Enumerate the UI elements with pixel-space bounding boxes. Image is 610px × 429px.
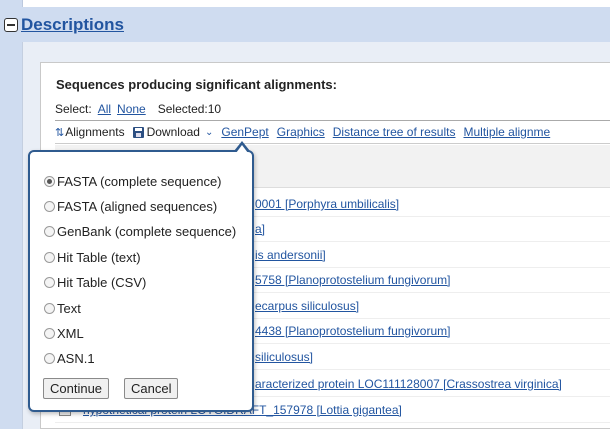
chevron-down-icon: ⌄ [204,126,214,138]
descriptions-header[interactable]: Descriptions [4,14,124,36]
selected-count: Selected:10 [157,102,222,116]
option-label: FASTA (complete sequence) [57,174,222,189]
download-option-text[interactable]: Text [44,301,81,316]
option-label: XML [57,326,84,341]
section-title[interactable]: Descriptions [21,15,124,35]
radio-button[interactable] [44,303,55,314]
download-option-fasta-aligned[interactable]: FASTA (aligned sequences) [44,199,217,214]
download-option-fasta-complete[interactable]: FASTA (complete sequence) [44,174,222,189]
radio-button[interactable] [44,353,55,364]
option-label: GenBank (complete sequence) [57,224,237,239]
row-description-link[interactable]: is andersonii] [255,248,326,262]
popup-pointer-inner [236,145,248,153]
row-description-link[interactable]: siliculosus] [255,350,313,364]
download-option-hit-table-text[interactable]: Hit Table (text) [44,250,141,265]
radio-button[interactable] [44,201,55,212]
alignments-button[interactable]: ⇅ Alignments [55,125,125,139]
download-option-hit-table-csv[interactable]: Hit Table (CSV) [44,275,146,290]
row-description-link[interactable]: aracterized protein LOC111128007 [Crasso… [255,377,562,391]
continue-button[interactable]: Continue [43,378,110,399]
alignments-label: Alignments [65,125,125,139]
graphics-link[interactable]: Graphics [277,125,325,139]
select-row: Select: All None Selected:10 [55,102,221,116]
download-option-genbank[interactable]: GenBank (complete sequence) [44,224,236,239]
option-label: Hit Table (text) [57,250,141,265]
row-description-link[interactable]: ecarpus siliculosus] [255,299,359,313]
option-label: Hit Table (CSV) [57,275,147,290]
radio-button[interactable] [44,252,55,263]
row-description-link[interactable]: 0001 [Porphyra umbilicalis] [255,197,399,211]
save-icon [132,126,144,138]
radio-button[interactable] [44,277,55,288]
distance-tree-link[interactable]: Distance tree of results [333,125,456,139]
genpept-link[interactable]: GenPept [221,125,268,139]
radio-button[interactable] [44,226,55,237]
top-strip [22,0,610,7]
download-label: Download [146,125,200,139]
row-description-link[interactable]: 4438 [Planoprotostelium fungivorum] [255,324,450,338]
option-label: FASTA (aligned sequences) [57,199,218,214]
option-label: Text [57,301,81,316]
sort-arrows-icon: ⇅ [55,126,64,139]
select-none-link[interactable]: None [117,102,146,116]
multiple-alignment-link[interactable]: Multiple alignme [463,125,550,139]
collapse-minus-icon[interactable] [4,18,18,32]
row-description-link[interactable]: 5758 [Planoprotostelium fungivorum] [255,273,450,287]
results-toolbar: ⇅ Alignments Download ⌄ GenPept Graphics… [55,120,610,144]
radio-button-selected[interactable] [44,176,55,187]
download-popup: FASTA (complete sequence) FASTA (aligned… [28,150,254,412]
download-button[interactable]: Download ⌄ [132,125,214,139]
row-description-link[interactable]: a] [255,222,265,236]
option-label: ASN.1 [57,351,95,366]
cancel-button[interactable]: Cancel [124,378,179,399]
radio-button[interactable] [44,328,55,339]
download-option-asn1[interactable]: ASN.1 [44,351,95,366]
results-heading: Sequences producing significant alignmen… [56,77,337,92]
select-label: Select: [55,102,92,116]
select-all-link[interactable]: All [98,102,111,116]
download-option-xml[interactable]: XML [44,326,84,341]
